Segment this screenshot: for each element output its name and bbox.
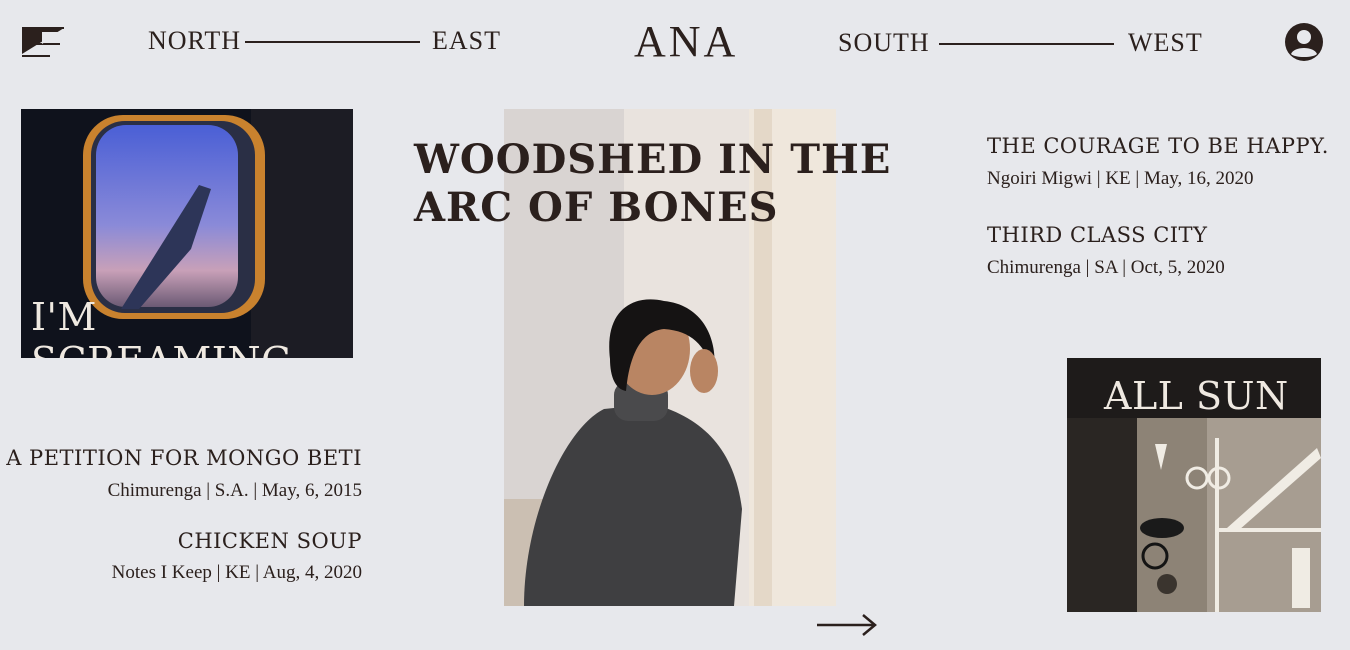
brand-title[interactable]: ANA — [634, 16, 738, 67]
article-title[interactable]: CHICKEN SOUP — [0, 529, 362, 553]
article-meta: Chimurenga | S.A. | May, 6, 2015 — [107, 480, 362, 501]
article-title[interactable]: THE COURAGE TO BE HAPPY. — [987, 134, 1329, 158]
article-title[interactable]: THIRD CLASS CITY — [987, 223, 1207, 247]
featured-card-right[interactable]: ALL SUN — [1067, 358, 1321, 612]
featured-center-title[interactable]: WOODSHED IN THE ARC OF BONES — [414, 136, 934, 232]
user-account-icon[interactable] — [1284, 22, 1324, 62]
card-overlay-title: ALL SUN — [1104, 374, 1289, 418]
nav-west[interactable]: WEST — [1128, 28, 1203, 58]
nav-divider — [245, 41, 420, 43]
arrow-right-icon[interactable] — [815, 612, 879, 638]
featured-card-left[interactable]: I'M SCREAMING — [21, 109, 353, 358]
article-meta: Notes I Keep | KE | Aug, 4, 2020 — [111, 562, 362, 583]
card-overlay-title: I'M SCREAMING — [31, 295, 291, 358]
logo-mark-icon[interactable] — [20, 24, 66, 60]
nav-east[interactable]: EAST — [432, 26, 501, 56]
nav-south[interactable]: SOUTH — [838, 28, 930, 58]
article-meta: Chimurenga | SA | Oct, 5, 2020 — [987, 257, 1225, 278]
article-meta: Ngoiri Migwi | KE | May, 16, 2020 — [987, 168, 1254, 189]
article-title[interactable]: A PETITION FOR MONGO BETI — [0, 446, 362, 470]
nav-north[interactable]: NORTH — [148, 26, 241, 56]
nav-divider — [939, 43, 1114, 45]
